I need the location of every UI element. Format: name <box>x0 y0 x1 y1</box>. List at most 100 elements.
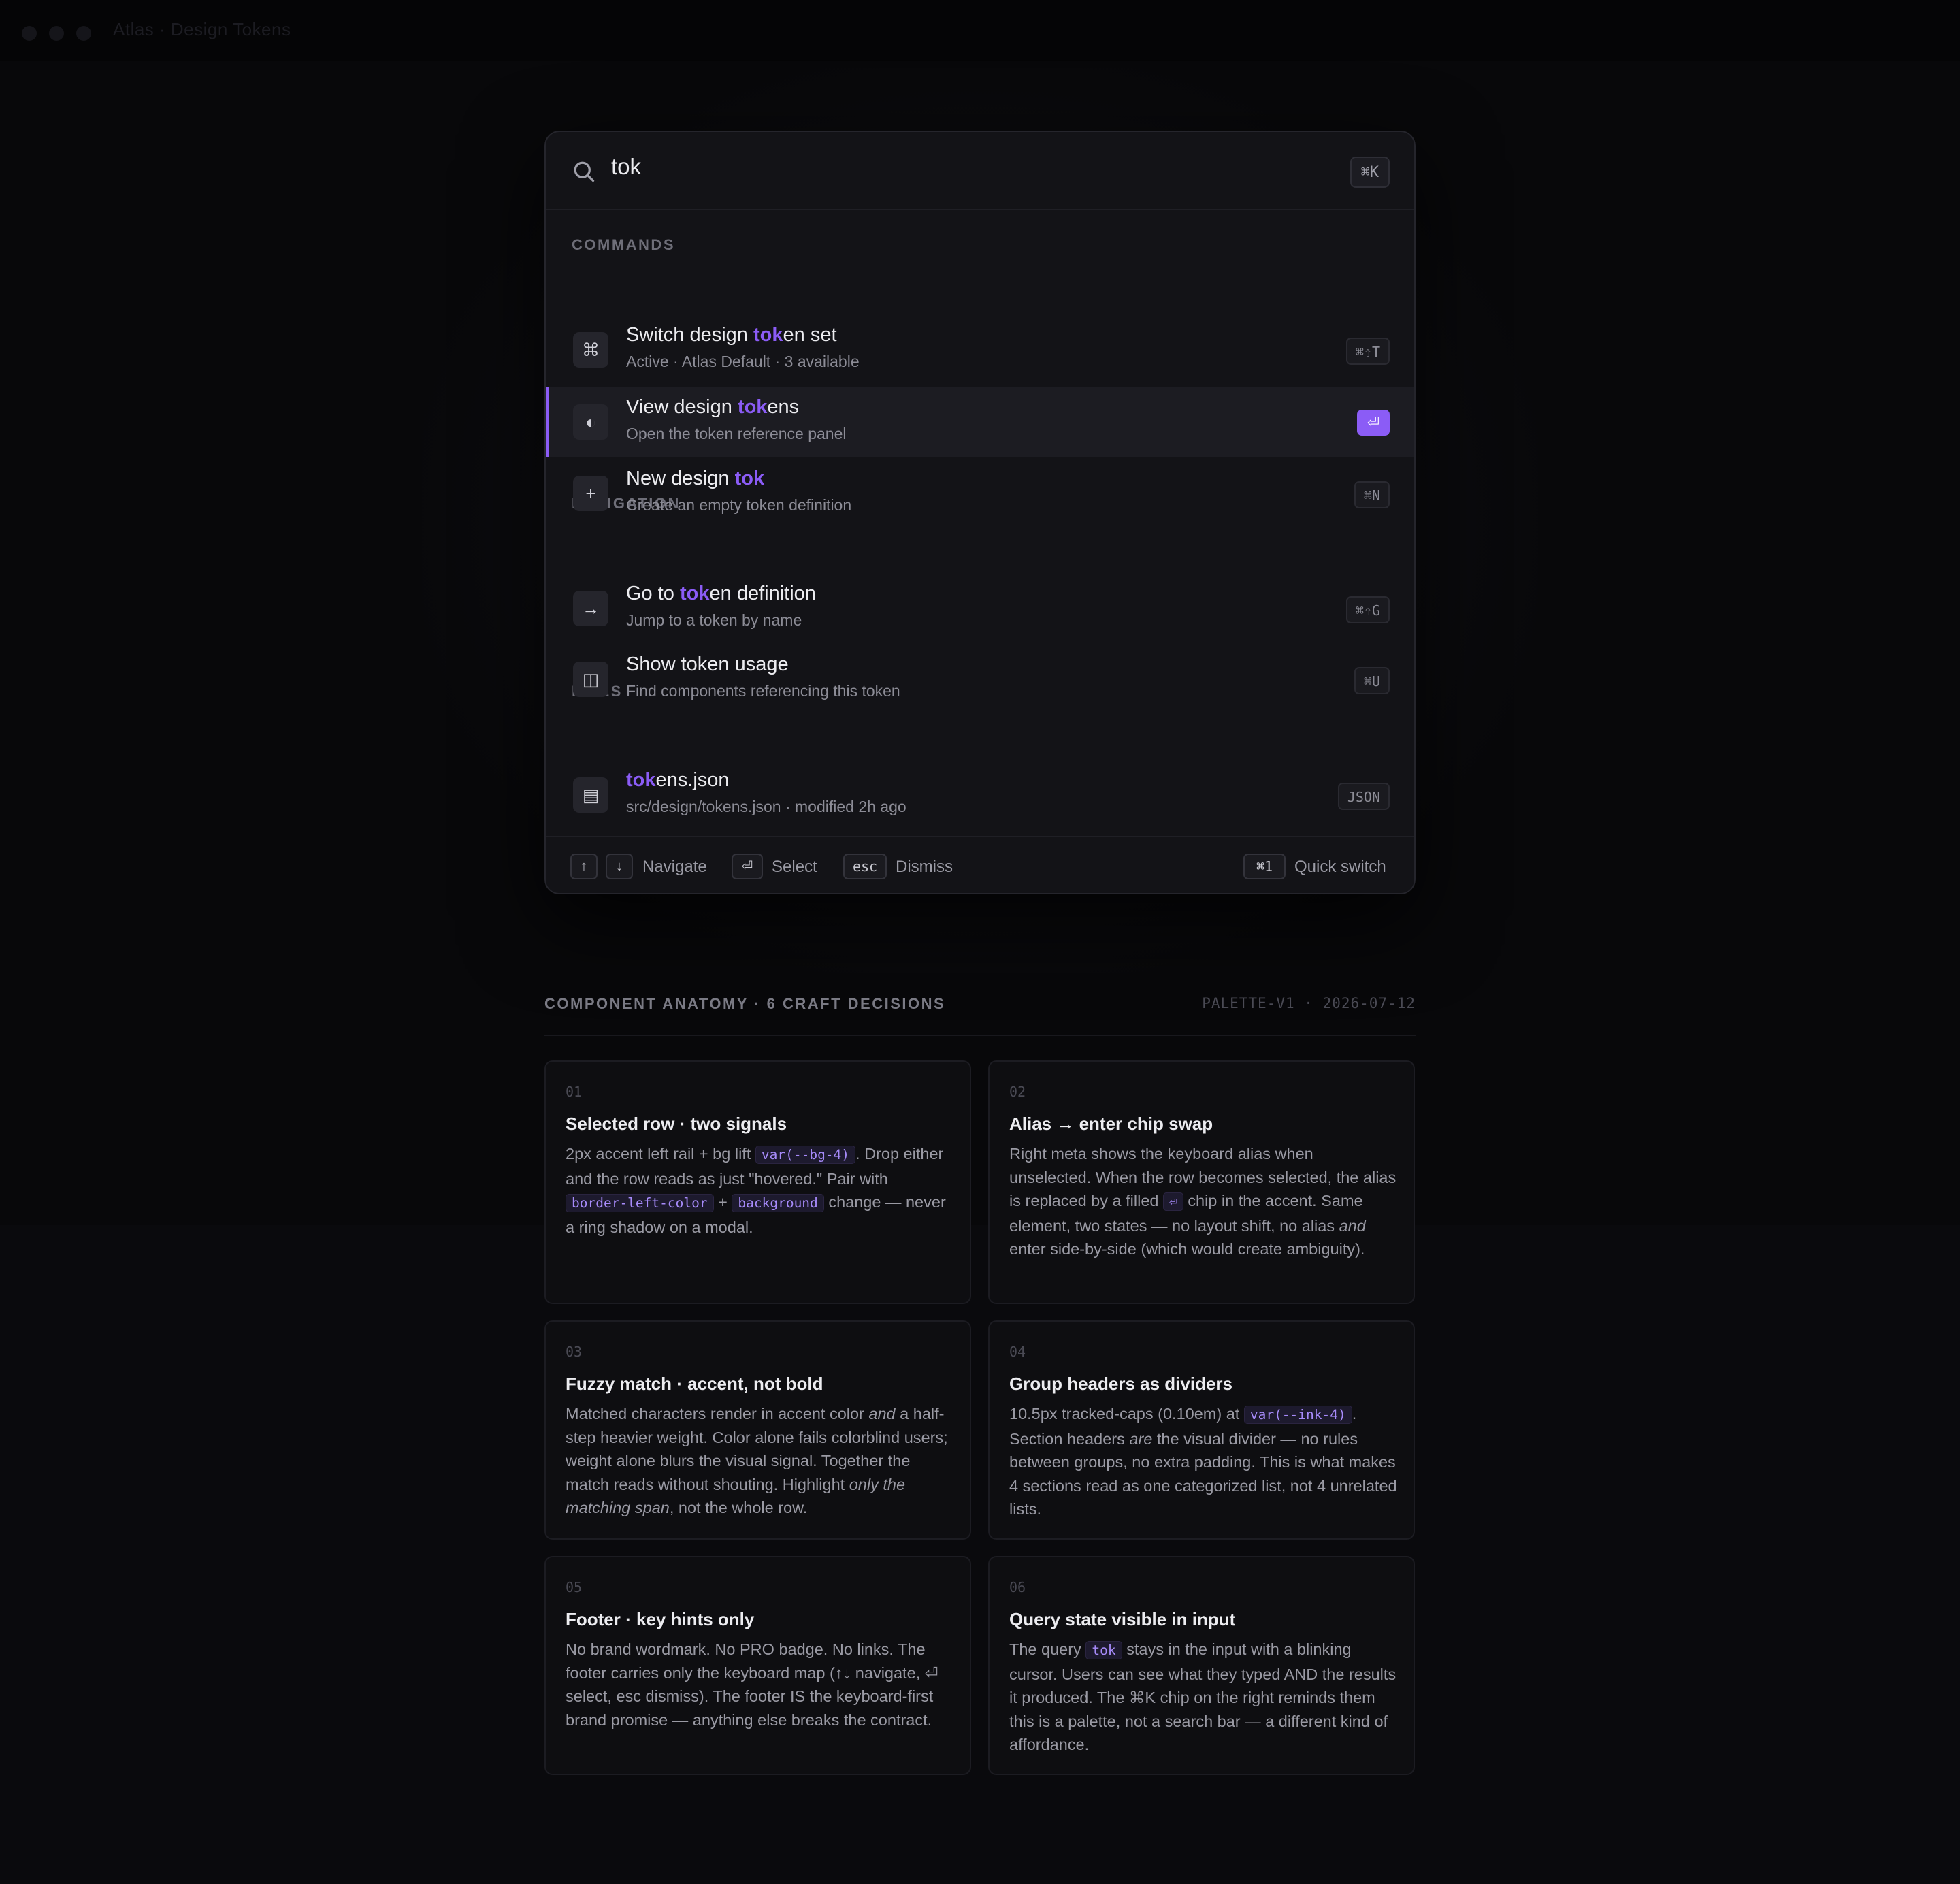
maximize-window-button[interactable] <box>76 26 91 41</box>
body-text: enter side-by-side (which would create a… <box>1009 1240 1365 1258</box>
anatomy-card: 02 Alias → enter chip swap Right meta show… <box>988 1060 1415 1304</box>
row-title: Go to token definition <box>626 583 816 605</box>
card-number: 01 <box>566 1084 583 1100</box>
anatomy-card: 01 Selected row · two signals 2px accent l… <box>544 1060 971 1304</box>
anatomy-card: 04 Group headers as dividers 10.5px tracke… <box>988 1320 1415 1540</box>
search-input[interactable] <box>611 154 1224 180</box>
row-icon: ◐ <box>573 404 608 440</box>
results-list[interactable]: COMMANDS NAVIGATION FILES ⌘Switch design… <box>546 210 1414 833</box>
row-shortcut: ⌘N <box>1354 481 1390 508</box>
shortcut-chip: ⌘K <box>1350 157 1390 188</box>
close-window-button[interactable] <box>22 26 37 41</box>
page-lower-band <box>0 1225 1960 1884</box>
result-row[interactable]: + New design tok Create an empty token def… <box>546 458 1414 529</box>
body-text: 2px accent left rail + bg lift <box>566 1145 755 1163</box>
row-title: Show token usage <box>626 653 789 676</box>
row-subtitle: Active · Atlas Default · 3 available <box>626 353 860 370</box>
body-text: + <box>713 1193 732 1211</box>
inline-code: ⏎ <box>1162 1192 1183 1211</box>
result-row[interactable]: → Go to token definition Jump to a token b… <box>546 573 1414 644</box>
anatomy-section-title: COMPONENT ANATOMY · 6 CRAFT DECISIONS <box>544 995 946 1012</box>
card-number: 06 <box>1009 1579 1026 1595</box>
row-title-suffix: en definition <box>709 583 816 604</box>
up-key-hint: ↑ <box>570 854 598 879</box>
emphasis-text: and <box>868 1405 896 1423</box>
row-title-prefix: Go to <box>626 583 680 604</box>
row-title-suffix: en set <box>783 324 837 346</box>
body-text: The query <box>1009 1640 1086 1658</box>
emphasis-text: and <box>1339 1216 1366 1235</box>
row-title: New design tok <box>626 468 764 490</box>
window-title: Atlas · Design Tokens <box>113 19 291 39</box>
row-title-match: tok <box>753 324 783 346</box>
palette-footer: ↑ ↓ Navigate ⏎ Select esc Dismiss ⌘1 Qui… <box>546 836 1414 893</box>
section-divider <box>544 1035 1416 1036</box>
result-row[interactable]: ⌘ Switch design token set Active · Atlas D… <box>546 314 1414 385</box>
card-number: 04 <box>1009 1344 1026 1360</box>
row-icon: + <box>573 476 608 511</box>
row-icon: ⌘ <box>573 332 608 368</box>
select-hint-label: Select <box>772 858 817 876</box>
row-title-match: tok <box>737 396 768 418</box>
down-key-hint: ↓ <box>606 854 633 879</box>
row-icon: ◫ <box>573 662 608 697</box>
row-title: Switch design token set <box>626 324 837 346</box>
enter-key-hint: ⏎ <box>732 854 763 879</box>
card-body: Matched characters render in accent colo… <box>566 1402 953 1520</box>
row-shortcut: ⌘⇧T <box>1345 338 1390 365</box>
dismiss-hint-label: Dismiss <box>896 858 953 876</box>
minimize-window-button[interactable] <box>49 26 64 41</box>
body-text: No brand wordmark. No PRO badge. No link… <box>566 1640 938 1729</box>
row-title-suffix: ens <box>767 396 800 418</box>
window-titlebar: Atlas · Design Tokens <box>0 0 1960 61</box>
group-header-commands: COMMANDS <box>572 236 675 253</box>
row-title-match: tok <box>680 583 710 604</box>
row-title: View design tokens <box>626 396 799 419</box>
quick-switch-hint-label: Quick switch <box>1294 858 1386 876</box>
body-text: , not the whole row. <box>669 1499 808 1516</box>
card-title: Group headers as dividers <box>1009 1374 1233 1394</box>
row-title-match: tok <box>734 468 765 489</box>
anatomy-card: 06 Query state visible in input The query … <box>988 1556 1415 1775</box>
anatomy-card: 05 Footer · key hints only No brand wordma… <box>544 1556 971 1775</box>
quick-switch-key-hint: ⌘1 <box>1243 854 1286 879</box>
inline-code: var(--bg-4) <box>755 1146 856 1164</box>
row-subtitle: Open the token reference panel <box>626 425 847 442</box>
body-text: 10.5px tracked-caps (0.10em) at <box>1009 1405 1244 1423</box>
card-title: Alias → enter chip swap <box>1009 1114 1213 1134</box>
card-number: 03 <box>566 1344 583 1360</box>
search-icon <box>574 161 595 182</box>
row-title: tokens.json <box>626 769 730 792</box>
card-number: 05 <box>566 1579 583 1595</box>
card-title: Footer · key hints only <box>566 1609 755 1629</box>
navigate-hint-label: Navigate <box>642 858 707 876</box>
row-icon: ▤ <box>573 777 608 813</box>
row-subtitle: Find components referencing this token <box>626 682 900 700</box>
anatomy-card: 03 Fuzzy match · accent, not bold Matched … <box>544 1320 971 1540</box>
row-title-prefix: Show token usage <box>626 653 789 675</box>
result-row[interactable]: ◫ Show token usage Find components referen… <box>546 644 1414 715</box>
command-palette: ⌘K COMMANDS NAVIGATION FILES ⌘Switch des… <box>544 131 1416 894</box>
card-body: 2px accent left rail + bg lift var(--bg-… <box>566 1142 953 1239</box>
row-subtitle: Create an empty token definition <box>626 496 852 514</box>
anatomy-version-meta: PALETTE-V1 · 2026-07-12 <box>1202 995 1416 1011</box>
result-row[interactable]: ▤ tokens.json src/design/tokens.json · mod… <box>546 760 1414 830</box>
result-row[interactable]: ◐ View design tokens Open the token refere… <box>546 387 1414 457</box>
esc-key-hint: esc <box>843 854 887 879</box>
inline-code: tok <box>1085 1641 1122 1659</box>
row-title-prefix: New design <box>626 468 735 489</box>
card-body: 10.5px tracked-caps (0.10em) at var(--in… <box>1009 1402 1397 1521</box>
card-title: Selected row · two signals <box>566 1114 787 1134</box>
row-shortcut: ⌘U <box>1354 667 1390 694</box>
inline-code: background <box>732 1194 824 1212</box>
result-row[interactable]: ▤token-system.mddocs/design/token-system… <box>546 830 1414 833</box>
row-title-match: tok <box>626 769 656 791</box>
enter-chip: ⏎ <box>1357 410 1390 436</box>
card-title: Fuzzy match · accent, not bold <box>566 1374 823 1394</box>
card-body: No brand wordmark. No PRO badge. No link… <box>566 1638 953 1732</box>
row-subtitle: Jump to a token by name <box>626 611 802 629</box>
emphasis-text: are <box>1129 1429 1153 1448</box>
card-body: Right meta shows the keyboard alias when… <box>1009 1142 1397 1261</box>
row-title-suffix: ens.json <box>655 769 730 791</box>
row-subtitle: src/design/tokens.json · modified 2h ago <box>626 798 906 815</box>
